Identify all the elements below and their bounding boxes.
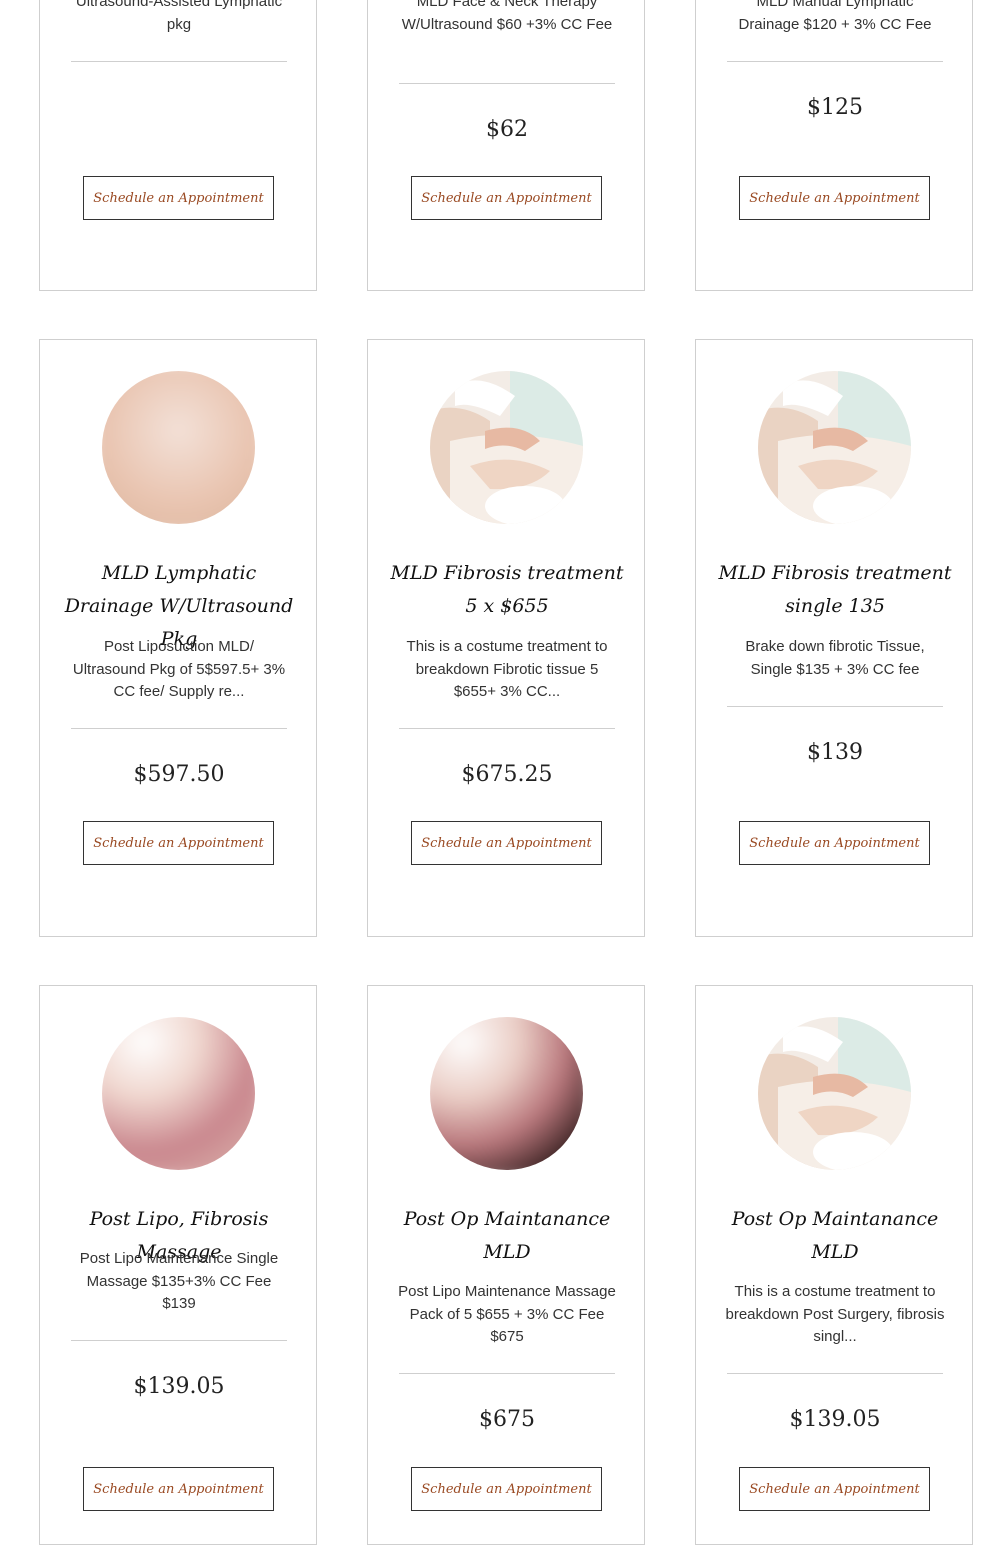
schedule-appointment-button[interactable]: Schedule an Appointment [411, 821, 602, 865]
service-price: $62 [486, 117, 528, 142]
service-card: Ultrasound-Assisted Lymphatic pkg Schedu… [39, 0, 317, 291]
service-card: Post Op Maintanance MLD Post Lipo Mainte… [367, 985, 645, 1545]
divider [399, 728, 615, 729]
divider [71, 61, 287, 62]
services-grid: Ultrasound-Assisted Lymphatic pkg Schedu… [0, 0, 1006, 1545]
service-image[interactable] [430, 1017, 583, 1170]
divider [71, 1340, 287, 1341]
service-description: This is a costume treatment to breakdown… [725, 1283, 945, 1345]
schedule-appointment-button[interactable]: Schedule an Appointment [739, 821, 930, 865]
service-image[interactable] [758, 1017, 911, 1170]
divider [727, 706, 943, 707]
service-title[interactable]: Post Op Maintanance MLD [388, 1203, 626, 1269]
service-image[interactable] [430, 371, 583, 524]
schedule-appointment-button[interactable]: Schedule an Appointment [411, 176, 602, 220]
service-price: $139 [807, 740, 863, 765]
service-price: $675.25 [461, 762, 553, 787]
service-description: Post Lipo Maintenance Single Massage $13… [79, 1250, 279, 1312]
service-card: Post Op Maintanance MLD This is a costum… [695, 985, 973, 1545]
divider [399, 83, 615, 84]
service-price: $597.50 [133, 762, 225, 787]
service-description: Brake down fibrotic Tissue, Single $135 … [745, 638, 925, 678]
service-description: MLD Manual Lymphatic Drainage $120 + 3% … [738, 0, 932, 33]
divider [727, 61, 943, 62]
divider [71, 728, 287, 729]
schedule-appointment-button[interactable]: Schedule an Appointment [83, 176, 274, 220]
service-card: MLD Manual Lymphatic Drainage $120 + 3% … [695, 0, 973, 291]
service-title[interactable]: Post Op Maintanance MLD [716, 1203, 954, 1269]
service-description: Post Liposuction MLD/ Ultrasound Pkg of … [72, 638, 286, 700]
service-description: Post Lipo Maintenance Massage Pack of 5 … [398, 1283, 616, 1345]
service-description: MLD Face & Neck Therapy W/Ultrasound $60… [401, 0, 613, 33]
service-description: This is a costume treatment to breakdown… [406, 638, 608, 700]
service-price: $125 [807, 95, 863, 120]
divider [727, 1373, 943, 1374]
service-card: MLD Face & Neck Therapy W/Ultrasound $60… [367, 0, 645, 291]
service-image[interactable] [758, 371, 911, 524]
service-price: $139.05 [789, 1407, 881, 1432]
service-image[interactable] [102, 371, 255, 524]
service-title[interactable]: MLD Fibrosis treatment single 135 [716, 557, 954, 623]
service-title[interactable]: MLD Fibrosis treatment 5 x $655 [388, 557, 626, 623]
schedule-appointment-button[interactable]: Schedule an Appointment [411, 1467, 602, 1511]
divider [399, 1373, 615, 1374]
service-card: Post Lipo, Fibrosis Massage Post Lipo Ma… [39, 985, 317, 1545]
service-price: $675 [479, 1407, 535, 1432]
service-image[interactable] [102, 1017, 255, 1170]
service-price: $139.05 [133, 1374, 225, 1399]
schedule-appointment-button[interactable]: Schedule an Appointment [83, 1467, 274, 1511]
schedule-appointment-button[interactable]: Schedule an Appointment [83, 821, 274, 865]
schedule-appointment-button[interactable]: Schedule an Appointment [739, 1467, 930, 1511]
service-card: MLD Lymphatic Drainage W/Ultrasound Pkg … [39, 339, 317, 937]
service-card: MLD Fibrosis treatment single 135 Brake … [695, 339, 973, 937]
service-card: MLD Fibrosis treatment 5 x $655 This is … [367, 339, 645, 937]
service-description: Ultrasound-Assisted Lymphatic pkg [75, 0, 283, 33]
schedule-appointment-button[interactable]: Schedule an Appointment [739, 176, 930, 220]
